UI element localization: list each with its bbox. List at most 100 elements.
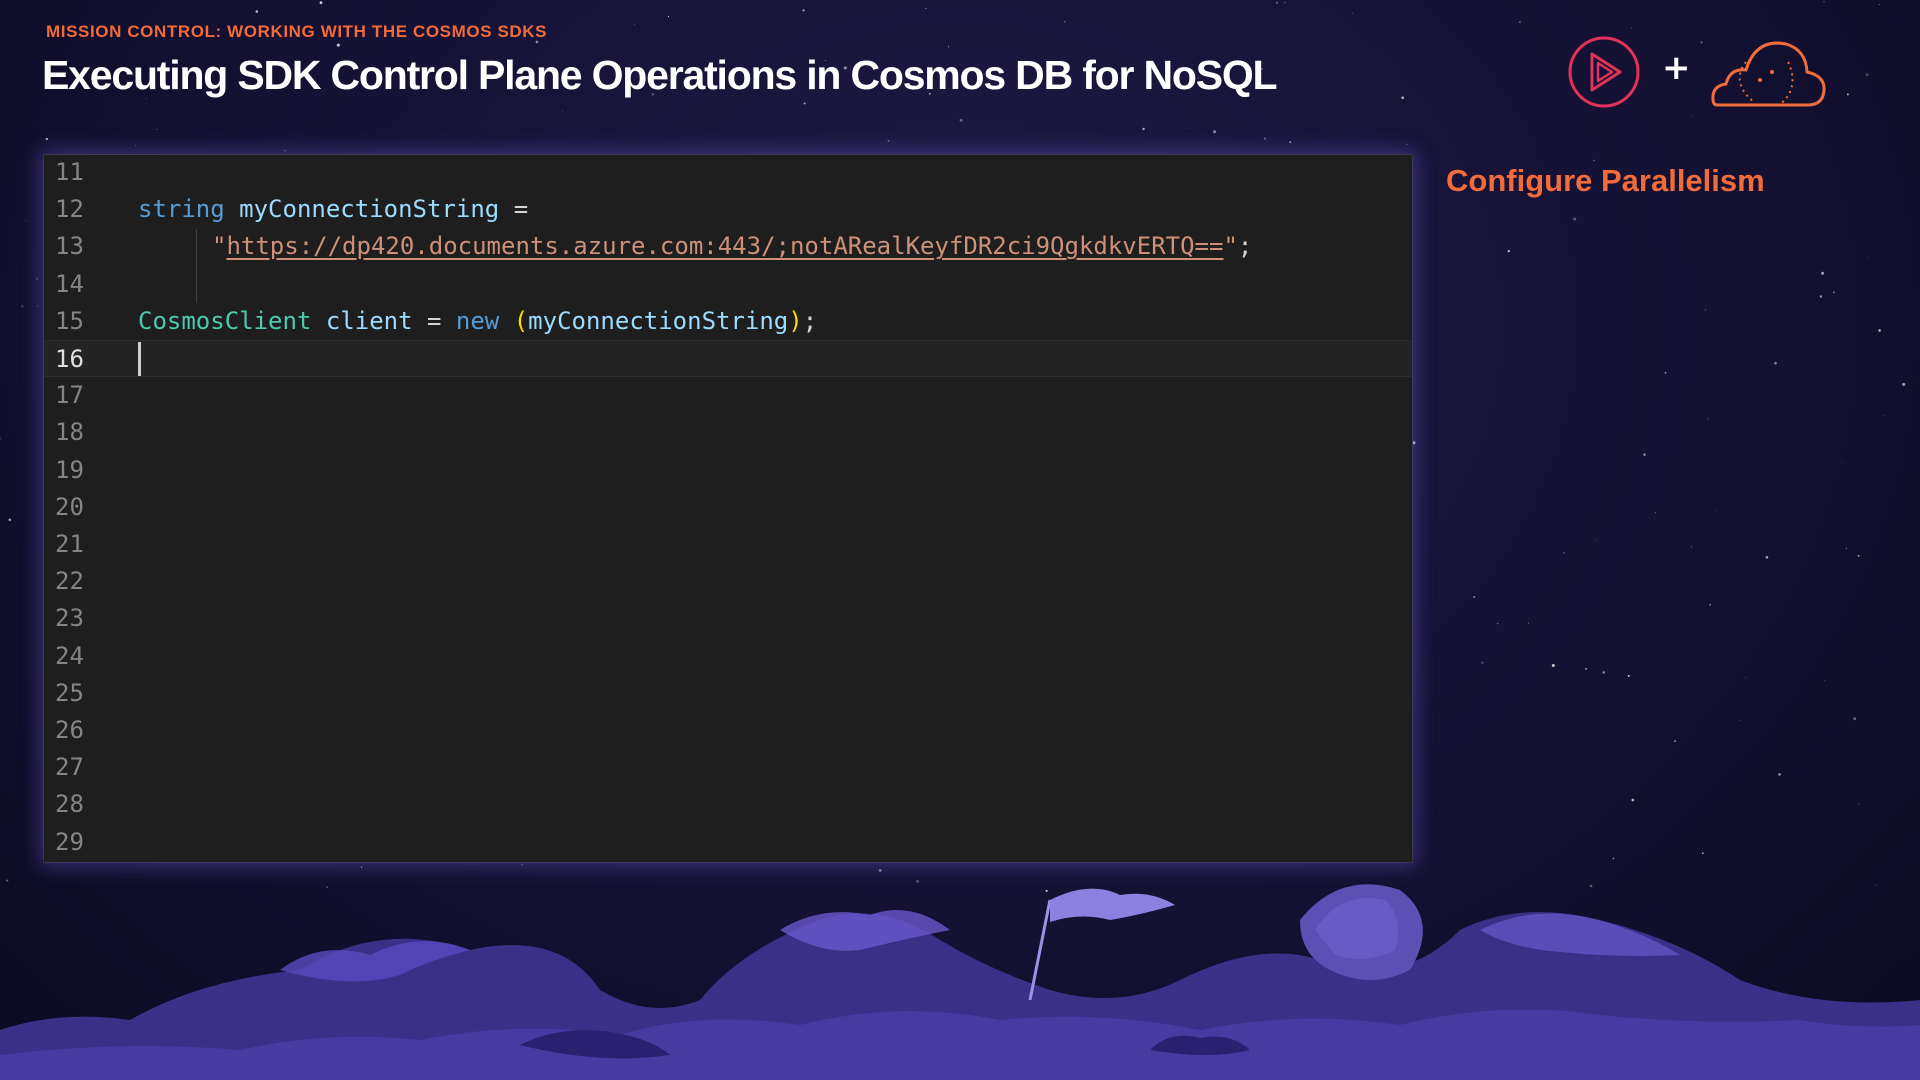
star	[1853, 717, 1857, 721]
code-line[interactable]: 17	[44, 377, 1412, 414]
star	[803, 102, 806, 105]
star	[1704, 309, 1707, 311]
star	[959, 118, 963, 122]
line-number: 20	[55, 492, 84, 521]
star	[562, 110, 563, 112]
cloud-logo-icon	[1711, 41, 1826, 107]
line-number: 12	[55, 195, 84, 224]
code-token: (	[513, 306, 529, 335]
code-line[interactable]: 27	[44, 749, 1412, 786]
code-text: CosmosClient client = new (myConnectionS…	[138, 303, 817, 340]
code-editor[interactable]: 11 12 string myConnectionString = 13 "https:…	[44, 155, 1412, 862]
star	[1627, 674, 1630, 677]
star	[1497, 623, 1499, 625]
code-line[interactable]: 14	[44, 266, 1412, 303]
code-token: =	[412, 306, 456, 335]
code-text: string myConnectionString =	[138, 191, 528, 228]
code-line[interactable]: 12 string myConnectionString =	[44, 191, 1412, 228]
line-number: 16	[55, 345, 84, 373]
star	[35, 277, 39, 280]
code-line[interactable]: 28	[44, 786, 1412, 823]
line-number: 17	[55, 381, 84, 410]
star	[634, 24, 636, 26]
star	[25, 220, 27, 222]
star	[45, 137, 49, 141]
star	[1562, 551, 1565, 554]
line-number: 14	[55, 269, 84, 298]
star	[8, 518, 12, 522]
line-number: 19	[55, 455, 84, 484]
star	[667, 15, 670, 18]
star	[1507, 249, 1510, 253]
slide-title: Executing SDK Control Plane Operations i…	[42, 52, 1278, 98]
line-number: 23	[55, 604, 84, 633]
star	[1631, 798, 1635, 802]
code-line[interactable]: 13 "https://dp420.documents.azure.com:443…	[44, 228, 1412, 265]
star	[1473, 596, 1476, 598]
code-line[interactable]: 23	[44, 600, 1412, 637]
code-token: new	[455, 306, 500, 335]
star	[1263, 137, 1267, 140]
line-number: 25	[55, 678, 84, 707]
star	[1654, 511, 1657, 514]
code-line[interactable]: 20	[44, 489, 1412, 526]
code-line[interactable]: 25	[44, 675, 1412, 712]
star	[1551, 664, 1555, 667]
star	[255, 10, 259, 13]
star	[1527, 622, 1529, 624]
star	[1573, 217, 1577, 221]
line-number: 22	[55, 567, 84, 596]
code-line[interactable]: 22	[44, 563, 1412, 600]
line-number: 28	[55, 790, 84, 819]
code-token: ;	[1237, 232, 1253, 261]
line-number: 26	[55, 716, 84, 744]
slide-kicker: MISSION CONTROL: WORKING WITH THE COSMOS…	[46, 22, 548, 41]
star	[887, 139, 890, 142]
code-token: string	[138, 195, 225, 224]
code-line[interactable]: 19	[44, 452, 1412, 489]
code-token: client	[325, 306, 413, 335]
star	[1709, 604, 1711, 606]
star	[1866, 256, 1868, 258]
line-number: 24	[55, 641, 84, 670]
code-line[interactable]: 21	[44, 526, 1412, 563]
star	[1841, 462, 1843, 464]
star	[1631, 27, 1632, 29]
star	[1674, 740, 1676, 742]
code-line[interactable]: 18	[44, 414, 1412, 451]
code-line[interactable]: 26	[44, 712, 1412, 749]
code-line[interactable]: 15 CosmosClient client = new (myConnectio…	[44, 303, 1412, 340]
star	[1858, 803, 1860, 805]
star	[1778, 773, 1781, 776]
brand-logos	[1560, 32, 1840, 112]
star	[1540, 370, 1542, 372]
star	[21, 304, 24, 308]
line-number: 27	[55, 753, 84, 782]
code-token: myConnectionString	[528, 306, 789, 335]
code-line[interactable]: 24	[44, 638, 1412, 675]
star	[1879, 4, 1881, 6]
star	[319, 1, 323, 5]
star	[1883, 415, 1885, 417]
code-token: "	[212, 232, 227, 261]
star	[1716, 511, 1718, 513]
star	[1401, 96, 1405, 100]
star	[1902, 382, 1906, 386]
star	[1602, 671, 1605, 674]
star	[1765, 555, 1769, 559]
star	[1142, 127, 1145, 131]
star	[1745, 677, 1747, 679]
code-line[interactable]: 16	[44, 340, 1412, 377]
star	[336, 43, 340, 47]
star	[1819, 295, 1823, 298]
side-heading: Configure Parallelism	[1446, 163, 1765, 198]
star	[1821, 271, 1825, 275]
star	[1774, 361, 1777, 365]
star	[156, 129, 158, 130]
code-line[interactable]: 11	[44, 155, 1412, 191]
star	[1643, 453, 1646, 456]
star	[1481, 661, 1484, 664]
code-line[interactable]: 29	[44, 824, 1412, 861]
